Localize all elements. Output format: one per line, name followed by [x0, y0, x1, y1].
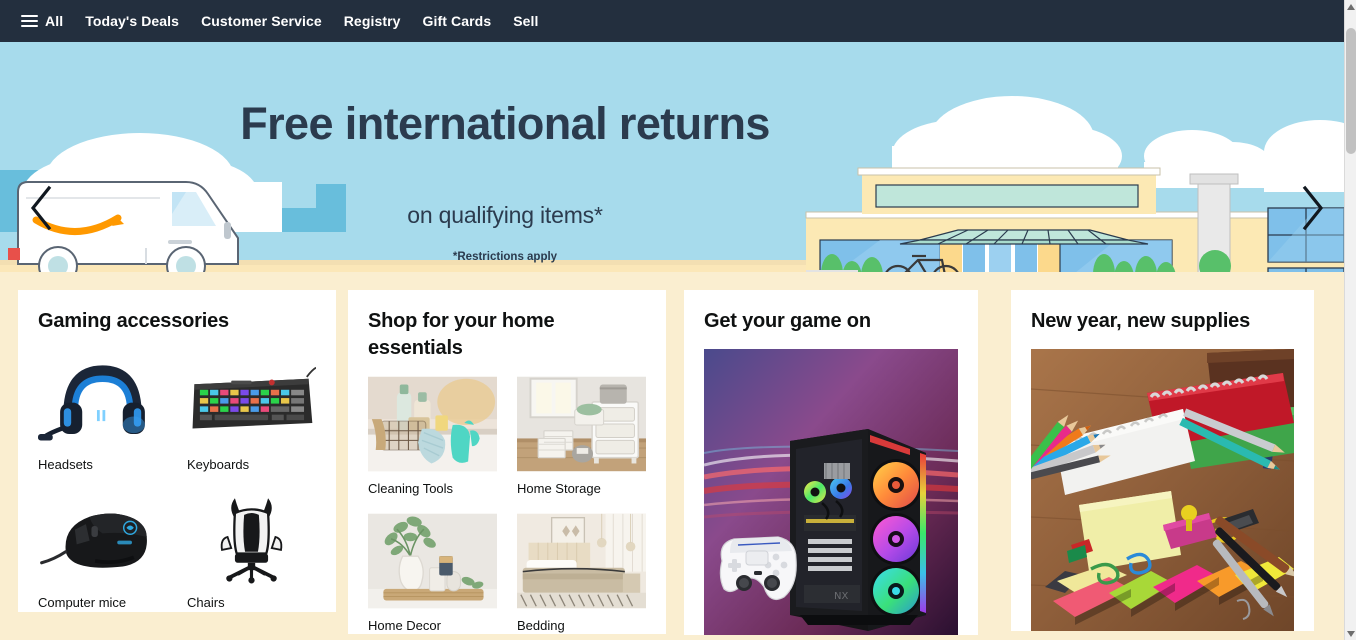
tile-computer-mice[interactable]: Computer mice: [38, 487, 167, 612]
school-office-supplies-photo: [1031, 348, 1294, 631]
nav-item-registry[interactable]: Registry: [333, 8, 412, 35]
tile-home-storage[interactable]: Home Storage: [517, 375, 646, 498]
tile-label: Bedding: [517, 617, 565, 633]
nav-all-menu-button[interactable]: All: [14, 8, 74, 35]
homepage-card-deck: Gaming accessories Headsets Keyboards Co…: [0, 272, 1344, 640]
cleaning-supplies-photo: [368, 375, 497, 474]
card-home-essentials: Shop for your home essentials Cleaning T…: [348, 290, 666, 635]
tile-label: Cleaning Tools: [368, 481, 454, 497]
tile-chairs[interactable]: Chairs: [187, 487, 316, 612]
nav-item-todays-deals[interactable]: Today's Deals: [74, 8, 190, 35]
nav-item-gift-cards[interactable]: Gift Cards: [412, 8, 503, 35]
svg-text:NX: NX: [834, 591, 848, 602]
gaming-headset-photo: [38, 348, 167, 449]
card-title: New year, new supplies: [1031, 310, 1251, 332]
card-get-your-game-on: Get your game on NX: [684, 290, 978, 635]
hero-illustration: [0, 42, 1344, 285]
tile-gaming-pc[interactable]: NX: [704, 348, 958, 635]
card-new-year-new-supplies: New year, new supplies: [1011, 290, 1314, 631]
nav-item-sell[interactable]: Sell: [502, 8, 549, 35]
gaming-chair-photo: [187, 487, 316, 588]
nav-all-label: All: [45, 12, 64, 29]
vase-decor-photo: [368, 511, 497, 610]
tile-cleaning-tools[interactable]: Cleaning Tools: [368, 375, 497, 498]
nav-item-customer-service[interactable]: Customer Service: [190, 8, 333, 35]
tile-home-decor[interactable]: Home Decor: [368, 511, 497, 635]
browser-viewport: All Today's Deals Customer Service Regis…: [0, 0, 1356, 640]
card-title: Get your game on: [704, 310, 871, 332]
tile-label: Home Decor: [368, 617, 441, 633]
card-tile-grid: Cleaning Tools Home Storage Home Decor B…: [368, 375, 646, 634]
tile-label: Headsets: [38, 456, 93, 472]
gaming-mouse-photo: [38, 487, 167, 588]
hero-carousel-banner[interactable]: Free international returns on qualifying…: [0, 42, 1344, 285]
vertical-scrollbar-track[interactable]: [1344, 0, 1356, 640]
card-gaming-accessories: Gaming accessories Headsets Keyboards Co…: [18, 290, 336, 612]
bedroom-bedding-photo: [517, 511, 646, 610]
tile-label: Chairs: [187, 595, 225, 611]
scrollbar-thumb[interactable]: [1346, 28, 1356, 154]
tile-bedding[interactable]: Bedding: [517, 511, 646, 635]
scroll-up-arrow-icon[interactable]: [1345, 0, 1356, 13]
scroll-down-arrow-icon[interactable]: [1345, 627, 1356, 640]
tile-label: Home Storage: [517, 481, 601, 497]
tile-office-supplies[interactable]: [1031, 348, 1294, 631]
card-tile-grid: Headsets Keyboards Computer mice Chairs: [38, 348, 316, 612]
carousel-previous-chevron-left-icon[interactable]: [22, 182, 62, 234]
tile-label: Keyboards: [187, 456, 250, 472]
card-title: Gaming accessories: [38, 310, 229, 332]
amazon-top-navigation-bar: All Today's Deals Customer Service Regis…: [0, 0, 1344, 42]
rgb-gaming-pc-and-controller-photo: NX: [704, 348, 958, 635]
tile-headsets[interactable]: Headsets: [38, 348, 167, 474]
tile-keyboards[interactable]: Keyboards: [187, 348, 316, 474]
tile-label: Computer mice: [38, 595, 127, 611]
storage-cabinet-photo: [517, 375, 646, 474]
card-title: Shop for your home essentials: [368, 310, 555, 359]
gaming-keyboard-photo: [187, 348, 316, 449]
carousel-next-chevron-right-icon[interactable]: [1292, 182, 1332, 234]
hamburger-menu-icon: [21, 14, 38, 27]
